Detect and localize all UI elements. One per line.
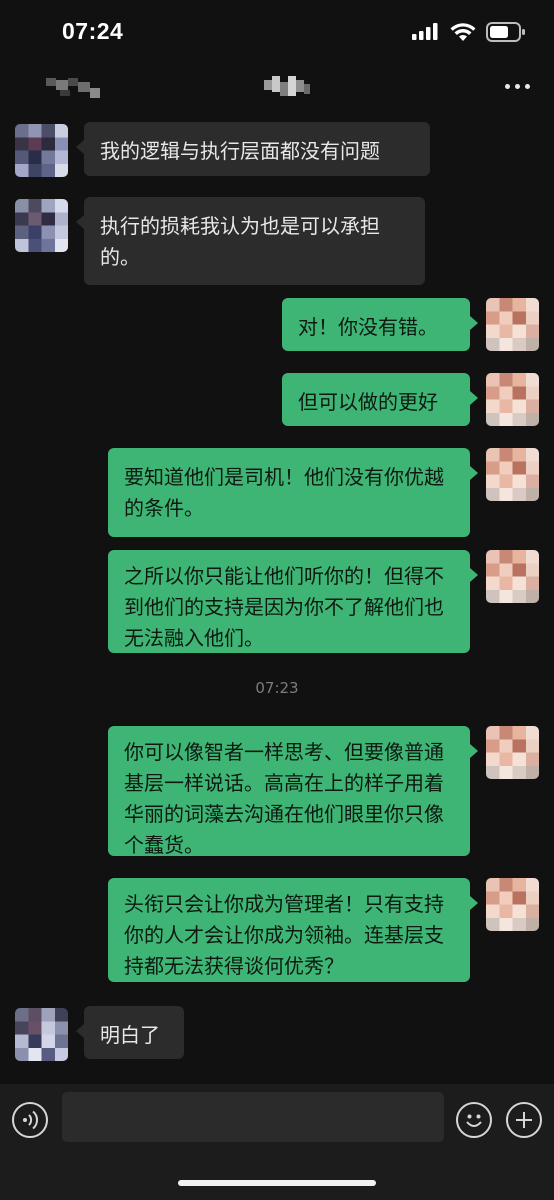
emoji-button[interactable] [456,1102,492,1138]
message-text: 但可以做的更好 [298,390,438,414]
user-avatar-icon [486,878,539,931]
message-text: 明白了 [100,1023,160,1047]
voice-button[interactable] [12,1102,48,1138]
outgoing-message-bubble[interactable]: 要知道他们是司机！他们没有你优越的条件。 [108,448,478,537]
battery-icon [486,22,525,42]
incoming-message-bubble[interactable]: 我的逻辑与执行层面都没有问题 [76,122,430,176]
contact-avatar[interactable] [15,1008,68,1061]
voice-icon [23,1110,39,1130]
pixelated-avatar-icon [15,1008,68,1061]
user-avatar-icon [486,726,539,779]
my-avatar[interactable] [486,550,539,603]
message-text: 对！你没有错。 [298,315,438,339]
contact-avatar[interactable] [15,199,68,252]
home-indicator[interactable] [178,1180,376,1186]
contact-avatar[interactable] [15,124,68,177]
user-avatar-icon [486,373,539,426]
user-avatar-icon [486,550,539,603]
my-avatar[interactable] [486,726,539,779]
wifi-icon [450,22,476,41]
message-text: 之所以你只能让他们听你的！但得不到他们的支持是因为你不了解他们也无法融入他们。 [124,564,444,650]
user-avatar-icon [486,298,539,351]
more-icon-dot [515,84,520,89]
more-icon-dot [525,84,530,89]
message-text: 你可以像智者一样思考、但要像普通基层一样说话。高高在上的样子用着华丽的词藻去沟通… [124,740,444,857]
pixelated-avatar-icon [15,124,68,177]
outgoing-message-bubble[interactable]: 但可以做的更好 [282,373,478,426]
pixelated-contact-name [264,74,312,102]
incoming-message-bubble[interactable]: 执行的损耗我认为也是可以承担的。 [76,197,425,285]
message-input[interactable] [62,1092,444,1142]
status-bar: 07:24 [0,0,554,64]
status-icons [412,22,526,42]
more-icon-dot [505,84,510,89]
message-text: 执行的损耗我认为也是可以承担的。 [100,214,380,269]
my-avatar[interactable] [486,373,539,426]
outgoing-message-bubble[interactable]: 之所以你只能让他们听你的！但得不到他们的支持是因为你不了解他们也无法融入他们。 [108,550,478,653]
emoji-icon [466,1114,482,1127]
nav-bar [0,64,554,110]
chat-screen: 07:24 我的逻辑与执行层面都没有问题 执行的损耗我认为也是可以承担的。 对！… [0,0,554,1200]
pixelated-avatar-icon [15,199,68,252]
message-text: 头衔只会让你成为管理者！只有支持你的人才会让你成为领袖。连基层支持都无法获得谈何… [124,892,444,978]
outgoing-message-bubble[interactable]: 头衔只会让你成为管理者！只有支持你的人才会让你成为领袖。连基层支持都无法获得谈何… [108,878,478,982]
more-button[interactable] [505,84,530,89]
back-button[interactable] [40,72,110,102]
status-time: 07:24 [62,18,124,44]
my-avatar[interactable] [486,448,539,501]
my-avatar[interactable] [486,298,539,351]
message-timestamp: 07:23 [255,679,299,697]
user-avatar-icon [486,448,539,501]
message-list[interactable]: 我的逻辑与执行层面都没有问题 执行的损耗我认为也是可以承担的。 对！你没有错。 [0,110,554,1088]
pixelated-title-icon [264,76,310,96]
message-text: 要知道他们是司机！他们没有你优越的条件。 [124,465,444,520]
signal-icon [412,23,438,40]
plus-button[interactable] [506,1102,542,1138]
incoming-message-bubble[interactable]: 明白了 [76,1006,184,1059]
pixelated-back-label-icon [46,78,100,98]
my-avatar[interactable] [486,878,539,931]
plus-icon [516,1112,532,1128]
outgoing-message-bubble[interactable]: 你可以像智者一样思考、但要像普通基层一样说话。高高在上的样子用着华丽的词藻去沟通… [108,726,478,857]
message-text: 我的逻辑与执行层面都没有问题 [100,139,380,163]
outgoing-message-bubble[interactable]: 对！你没有错。 [282,298,478,351]
